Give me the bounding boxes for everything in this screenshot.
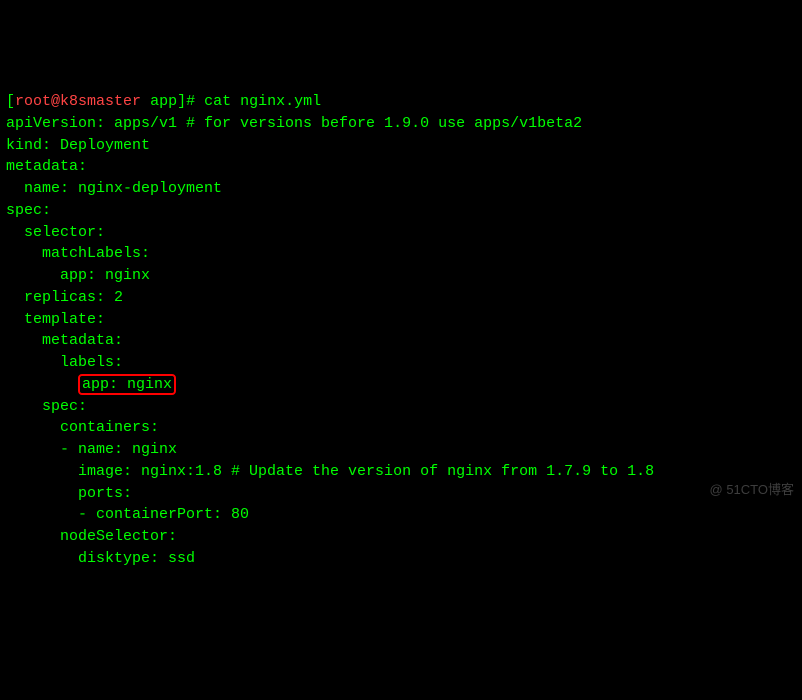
highlighted-label: app: nginx: [78, 374, 176, 395]
yaml-template-labels: labels:: [6, 352, 796, 374]
yaml-containers: containers:: [6, 417, 796, 439]
yaml-container-name: - name: nginx: [6, 439, 796, 461]
command-text: cat nginx.yml: [204, 93, 321, 110]
yaml-metadata: metadata:: [6, 156, 796, 178]
prompt-user-host: root@k8smaster: [15, 93, 141, 110]
yaml-metadata-name: name: nginx-deployment: [6, 178, 796, 200]
yaml-matchlabels-app: app: nginx: [6, 265, 796, 287]
yaml-apiversion: apiVersion: apps/v1 # for versions befor…: [6, 113, 796, 135]
prompt-path: app: [150, 93, 177, 110]
prompt-hash: #: [186, 93, 204, 110]
yaml-template: template:: [6, 309, 796, 331]
watermark: @ 51CTO博客: [710, 481, 794, 500]
yaml-kind: kind: Deployment: [6, 135, 796, 157]
yaml-replicas: replicas: 2: [6, 287, 796, 309]
yaml-indent: [6, 376, 78, 393]
yaml-selector: selector:: [6, 222, 796, 244]
yaml-spec: spec:: [6, 200, 796, 222]
yaml-template-spec: spec:: [6, 396, 796, 418]
yaml-container-image: image: nginx:1.8 # Update the version of…: [6, 461, 796, 483]
yaml-container-ports: ports:: [6, 483, 796, 505]
yaml-template-labels-app-row: app: nginx: [6, 374, 796, 396]
yaml-matchlabels: matchLabels:: [6, 243, 796, 265]
yaml-container-port: - containerPort: 80: [6, 504, 796, 526]
yaml-template-metadata: metadata:: [6, 330, 796, 352]
prompt-close-bracket: ]: [177, 93, 186, 110]
prompt-open-bracket: [: [6, 93, 15, 110]
shell-prompt: [root@k8smaster app]# cat nginx.yml: [6, 93, 321, 110]
yaml-disktype: disktype: ssd: [6, 548, 796, 570]
yaml-nodeselector: nodeSelector:: [6, 526, 796, 548]
